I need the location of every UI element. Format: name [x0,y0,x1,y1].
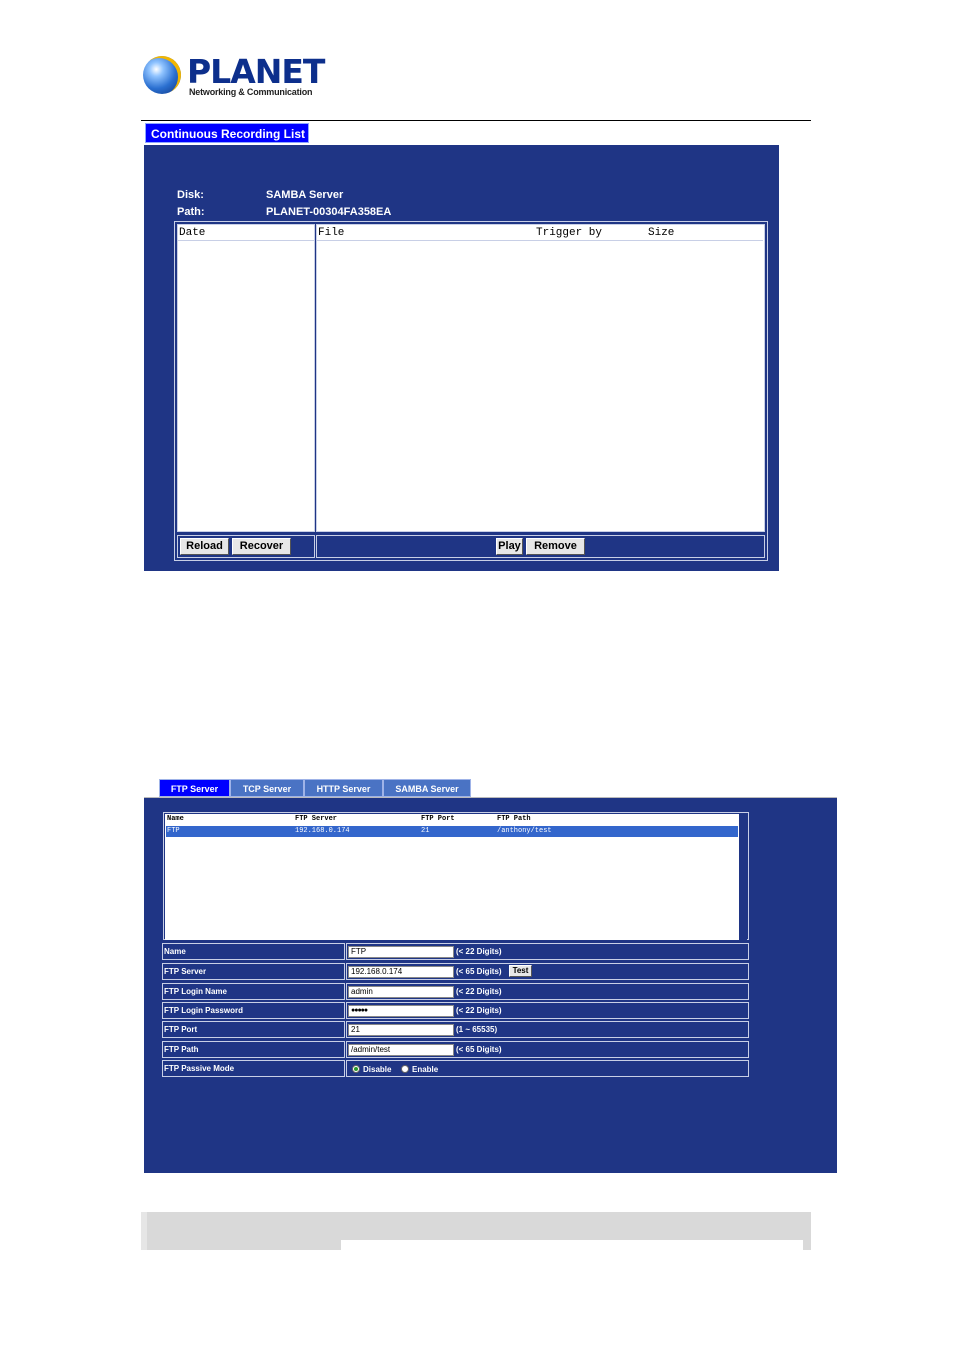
footer-notch [341,1240,803,1250]
name-input[interactable]: FTP [348,946,454,958]
play-button[interactable]: Play [496,538,523,555]
login-name-hint: (< 22 Digits) [456,987,502,996]
ftp-path-label: FTP Path [162,1041,345,1058]
file-list[interactable] [316,224,765,532]
name-hint: (< 22 Digits) [456,947,502,956]
login-name-label: FTP Login Name [162,983,345,1000]
passive-mode-label: FTP Passive Mode [162,1060,345,1077]
brand-tagline: Networking & Communication [189,87,313,97]
reload-button[interactable]: Reload [180,538,229,555]
disk-value: SAMBA Server [266,189,344,201]
date-column-header: Date [179,227,206,239]
planet-logo-icon [143,56,181,94]
passive-enable-label: Enable [412,1065,439,1074]
passive-disable-label: Disable [363,1065,392,1074]
disk-label: Disk: [177,189,204,201]
tab-continuous-recording-list[interactable]: Continuous Recording List [145,123,309,143]
name-label: Name [162,943,345,960]
login-password-input[interactable]: ●●●●● [348,1005,454,1017]
remove-button[interactable]: Remove [526,538,585,555]
ftp-row-name: FTP [167,827,180,835]
login-password-label: FTP Login Password [162,1002,345,1019]
trigger-column-header: Trigger by [536,227,603,239]
footer-edge [141,1212,147,1250]
ftp-port-input[interactable]: 21 [348,1024,454,1036]
ftp-list-scrollbar[interactable] [739,814,747,940]
tab-ftp-server[interactable]: FTP Server [159,779,230,797]
ftp-path-hint: (< 65 Digits) [456,1045,502,1054]
ftp-row-server: 192.168.0.174 [295,827,350,835]
passive-enable-radio[interactable] [401,1065,409,1073]
date-list[interactable] [177,224,315,532]
login-name-input[interactable]: admin [348,986,454,998]
ftp-server-hint: (< 65 Digits) [456,967,502,976]
date-header-divider [178,240,314,241]
ftp-list-header-path: FTP Path [497,815,531,823]
ftp-server-input[interactable]: 192.168.0.174 [348,966,454,978]
ftp-list-header-port: FTP Port [421,815,455,823]
ftp-row-path: /anthony/test [497,827,552,835]
ftp-list-row[interactable] [166,826,738,837]
header-divider [141,120,811,121]
ftp-list-header-name: Name [167,815,184,823]
file-column-header: File [318,227,345,239]
size-column-header: Size [648,227,675,239]
passive-disable-radio[interactable] [352,1065,360,1073]
ftp-server-label: FTP Server [162,963,345,980]
ftp-port-label: FTP Port [162,1021,345,1038]
ftp-path-input[interactable]: /admin/test [348,1044,454,1056]
ftp-port-hint: (1 ~ 65535) [456,1025,498,1034]
brand-name: PLANET [187,52,325,91]
tab-samba-server[interactable]: SAMBA Server [383,779,471,797]
file-header-divider [317,240,763,241]
tab-tcp-server[interactable]: TCP Server [230,779,304,797]
test-button[interactable]: Test [509,965,532,977]
login-password-hint: (< 22 Digits) [456,1006,502,1015]
ftp-row-port: 21 [421,827,430,835]
tab-http-server[interactable]: HTTP Server [304,779,383,797]
path-value: PLANET-00304FA358EA [266,206,392,218]
ftp-list-header-server: FTP Server [295,815,338,823]
recover-button[interactable]: Recover [232,538,291,555]
path-label: Path: [177,206,205,218]
